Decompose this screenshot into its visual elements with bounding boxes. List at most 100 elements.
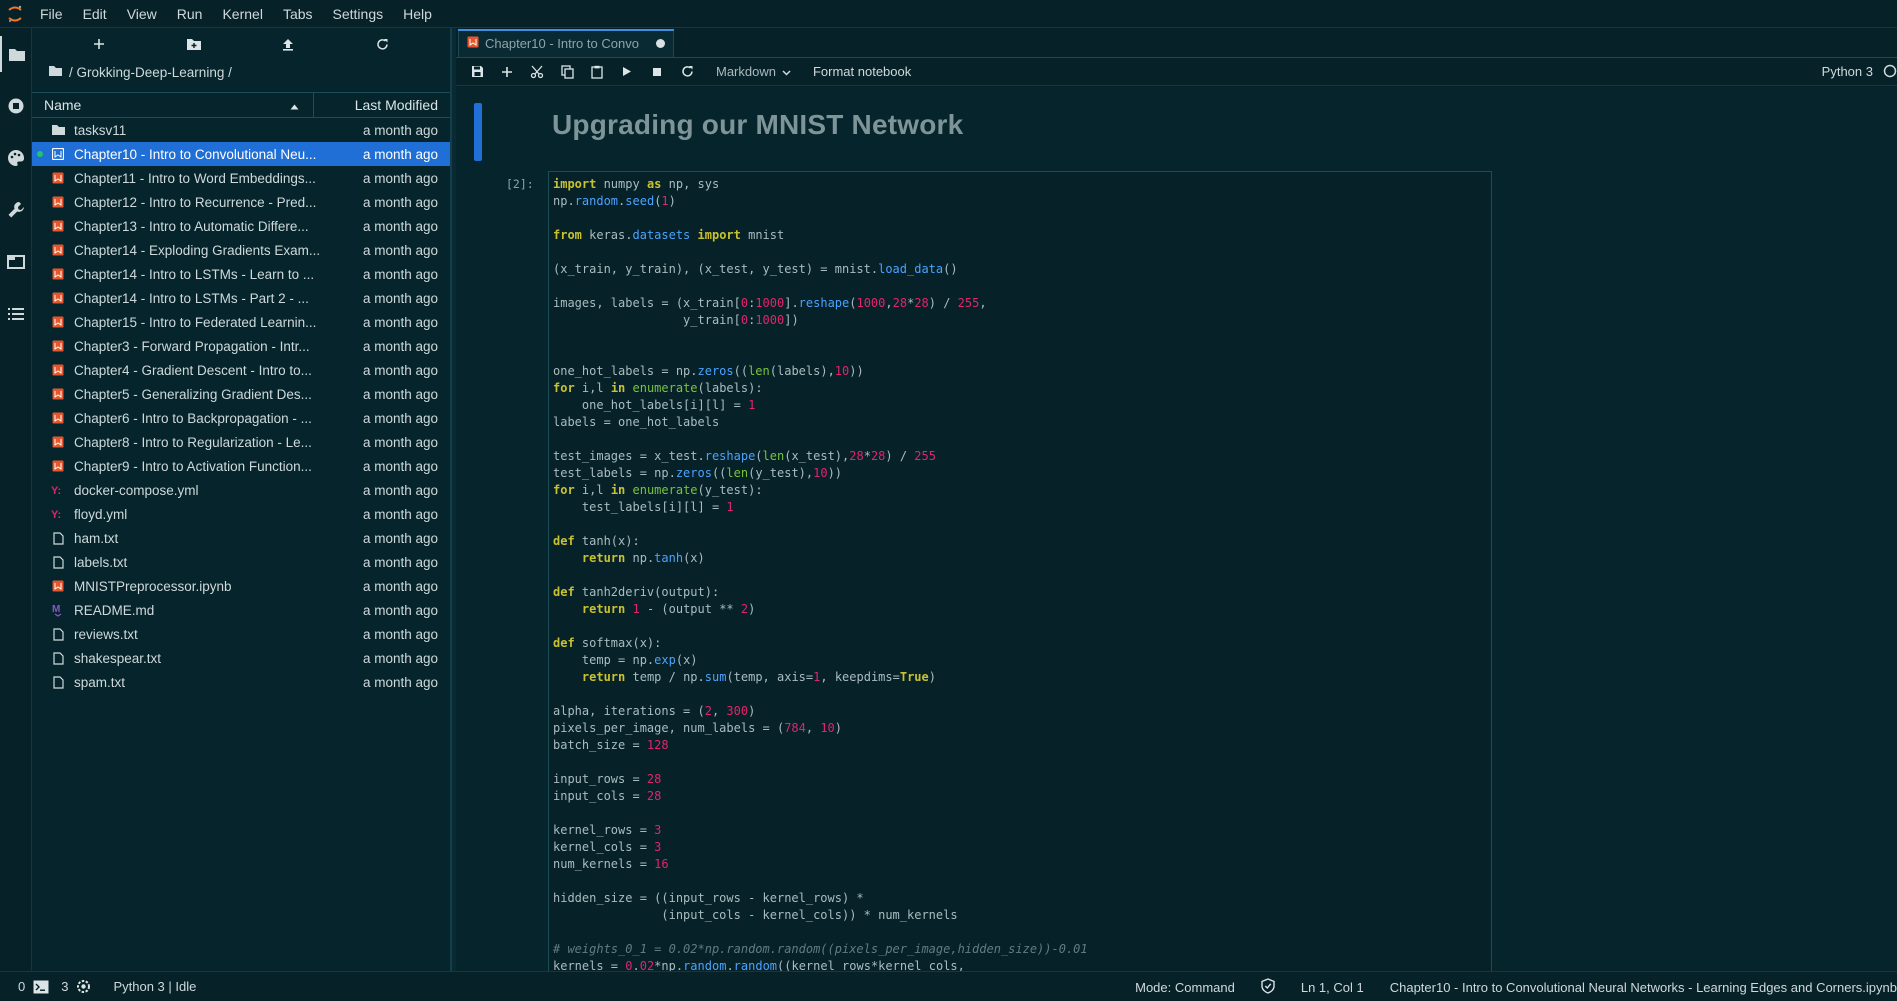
code-editor[interactable]: import numpy as np, sys np.random.seed(1… (548, 171, 1492, 971)
menu-run[interactable]: Run (167, 0, 213, 28)
file-modified: a month ago (362, 338, 438, 354)
file-modified: a month ago (362, 578, 438, 594)
file-modified: a month ago (362, 434, 438, 450)
cut-icon[interactable] (522, 59, 552, 85)
file-row[interactable]: Chapter10 - Intro to Convolutional Neu..… (32, 142, 450, 166)
file-row[interactable]: labels.txt a month ago (32, 550, 450, 574)
unsaved-dot-icon[interactable] (656, 39, 665, 48)
name-column-header[interactable]: Name (32, 93, 314, 117)
file-row[interactable]: Chapter5 - Generalizing Gradient Des... a… (32, 382, 450, 406)
file-modified: a month ago (362, 626, 438, 642)
svg-text:M: M (52, 604, 60, 615)
markdown-cell[interactable]: Upgrading our MNIST Network (456, 87, 1897, 161)
file-row[interactable]: Chapter11 - Intro to Word Embeddings... a… (32, 166, 450, 190)
file-modified: a month ago (362, 218, 438, 234)
file-name: README.md (74, 602, 155, 618)
upload-button[interactable] (272, 32, 304, 56)
file-list: tasksv11 a month ago Chapter10 - Intro to … (32, 118, 450, 694)
restart-icon[interactable] (672, 59, 702, 85)
kernel-name[interactable]: Python 3 (1822, 64, 1873, 79)
breadcrumb[interactable]: / Grokking-Deep-Learning / (32, 60, 450, 84)
file-row[interactable]: tasksv11 a month ago (32, 118, 450, 142)
menu-file[interactable]: File (30, 0, 73, 28)
file-name: Chapter9 - Intro to Activation Function.… (74, 458, 312, 474)
breadcrumb-path[interactable]: / Grokking-Deep-Learning / (69, 65, 232, 80)
menu-view[interactable]: View (117, 0, 167, 28)
file-row[interactable]: shakespear.txt a month ago (32, 646, 450, 670)
menu-settings[interactable]: Settings (323, 0, 394, 28)
menu-kernel[interactable]: Kernel (212, 0, 272, 28)
notebook-heading: Upgrading our MNIST Network (552, 109, 964, 140)
terminal-count[interactable]: 0 (0, 972, 25, 1001)
file-row[interactable]: Chapter8 - Intro to Regularization - Le.… (32, 430, 450, 454)
file-row[interactable]: Chapter9 - Intro to Activation Function.… (32, 454, 450, 478)
run-icon[interactable] (612, 59, 642, 85)
file-modified: a month ago (362, 674, 438, 690)
menu-edit[interactable]: Edit (73, 0, 117, 28)
kernel-status-icon (1883, 64, 1897, 81)
modified-column-header[interactable]: Last Modified (314, 93, 450, 117)
notebook-panel: Upgrading our MNIST Network [2]: import … (456, 87, 1897, 971)
notebook-icon (48, 580, 68, 592)
file-name: Chapter12 - Intro to Recurrence - Pred..… (74, 194, 317, 210)
folder-icon[interactable] (0, 36, 32, 72)
kernel-status[interactable]: Python 3 | Idle (91, 972, 196, 1001)
cursor-position[interactable]: Ln 1, Col 1 (1301, 980, 1364, 995)
notebook-toolbar: Markdown Format notebook Python 3 (456, 58, 1897, 86)
file-name: Chapter14 - Exploding Gradients Exam... (74, 242, 321, 258)
file-row[interactable]: spam.txt a month ago (32, 670, 450, 694)
sort-ascending-icon (290, 97, 299, 113)
file-name: ham.txt (74, 530, 119, 546)
file-modified: a month ago (362, 554, 438, 570)
svg-text:Y:: Y: (51, 485, 61, 496)
file-row[interactable]: Chapter15 - Intro to Federated Learnin..… (32, 310, 450, 334)
file-row[interactable]: Chapter13 - Intro to Automatic Differe..… (32, 214, 450, 238)
running-icon[interactable] (0, 88, 32, 124)
kernel-count[interactable]: 3 (49, 972, 68, 1001)
save-icon[interactable] (462, 59, 492, 85)
file-row[interactable]: Chapter6 - Intro to Backpropagation - ..… (32, 406, 450, 430)
file-name: Chapter13 - Intro to Automatic Differe..… (74, 218, 309, 234)
menu-help[interactable]: Help (393, 0, 442, 28)
file-row[interactable]: Chapter12 - Intro to Recurrence - Pred..… (32, 190, 450, 214)
format-notebook-button[interactable]: Format notebook (813, 64, 911, 79)
file-list-header: Name Last Modified (32, 92, 450, 118)
file-row[interactable]: ham.txt a month ago (32, 526, 450, 550)
notebook-icon (48, 148, 68, 160)
toc-icon[interactable] (0, 296, 32, 332)
insert-cell-icon[interactable] (492, 59, 522, 85)
yaml-file-icon: Y: (48, 484, 68, 496)
file-row[interactable]: Chapter4 - Gradient Descent - Intro to..… (32, 358, 450, 382)
wrench-icon[interactable] (0, 192, 32, 228)
tab-chapter10[interactable]: Chapter10 - Intro to Convo (458, 29, 674, 57)
file-row[interactable]: Y: floyd.yml a month ago (32, 502, 450, 526)
activity-bar (0, 28, 32, 971)
mode-indicator[interactable]: Mode: Command (1135, 980, 1235, 995)
refresh-button[interactable] (367, 32, 399, 56)
stop-icon[interactable] (642, 59, 672, 85)
main-area: Chapter10 - Intro to Convo Markdown Form… (456, 28, 1897, 971)
paste-icon[interactable] (582, 59, 612, 85)
file-row[interactable]: Y: docker-compose.yml a month ago (32, 478, 450, 502)
copy-icon[interactable] (552, 59, 582, 85)
file-modified: a month ago (362, 266, 438, 282)
cell-type-select[interactable]: Markdown (716, 64, 791, 79)
new-folder-button[interactable] (178, 32, 210, 56)
file-name: reviews.txt (74, 626, 138, 642)
trusted-shield-icon[interactable] (1261, 977, 1275, 997)
file-modified: a month ago (362, 410, 438, 426)
notebook-icon (48, 316, 68, 328)
file-row[interactable]: Chapter14 - Exploding Gradients Exam... a… (32, 238, 450, 262)
tabs-icon[interactable] (0, 244, 32, 280)
new-launcher-button[interactable] (83, 32, 115, 56)
file-row[interactable]: M README.md a month ago (32, 598, 450, 622)
file-row[interactable]: Chapter14 - Intro to LSTMs - Learn to ..… (32, 262, 450, 286)
file-row[interactable]: MNISTPreprocessor.ipynb a month ago (32, 574, 450, 598)
file-name: Chapter3 - Forward Propagation - Intr... (74, 338, 310, 354)
folder-icon (48, 124, 68, 136)
menu-tabs[interactable]: Tabs (273, 0, 323, 28)
file-row[interactable]: Chapter14 - Intro to LSTMs - Part 2 - ..… (32, 286, 450, 310)
file-row[interactable]: Chapter3 - Forward Propagation - Intr...… (32, 334, 450, 358)
palette-icon[interactable] (0, 140, 32, 176)
file-row[interactable]: reviews.txt a month ago (32, 622, 450, 646)
